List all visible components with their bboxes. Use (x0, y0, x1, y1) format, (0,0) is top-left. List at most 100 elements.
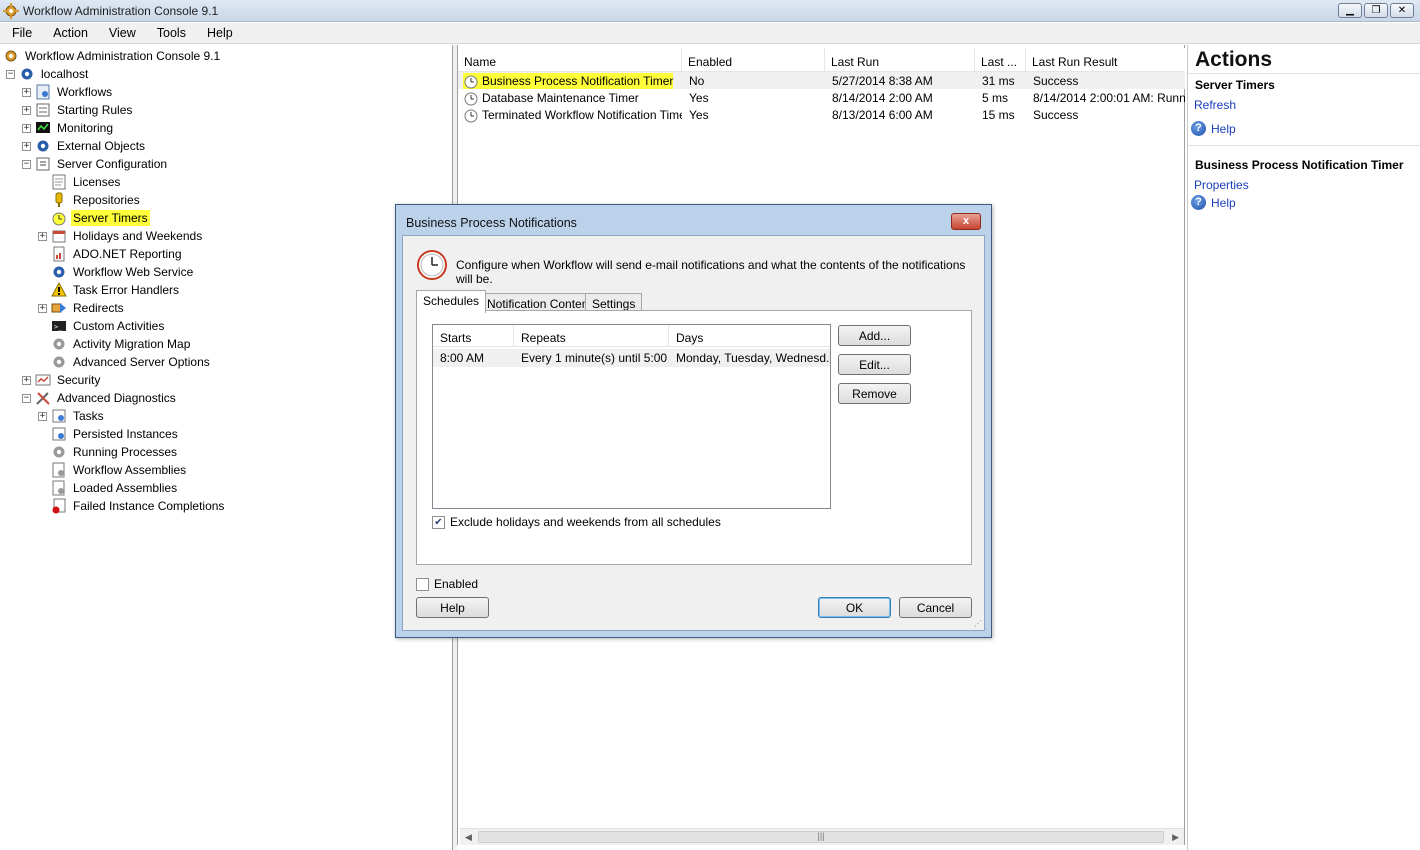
clock-icon (417, 250, 447, 280)
menu-help[interactable]: Help (195, 26, 242, 40)
expand-icon[interactable]: + (38, 231, 47, 241)
schedule-row[interactable]: 8:00 AM Every 1 minute(s) until 5:00 ...… (433, 349, 830, 367)
tree-host[interactable]: − localhost (6, 65, 90, 83)
column-days[interactable]: Days (669, 325, 830, 346)
tree-item-label: Loaded Assemblies (73, 481, 178, 495)
collapse-icon[interactable]: − (22, 393, 31, 403)
resize-grip-icon[interactable]: ⋰ (974, 619, 982, 628)
tree-item-custom-activities[interactable]: >_ Custom Activities (38, 317, 166, 335)
tree-item-server-timers[interactable]: Server Timers (38, 209, 150, 227)
properties-link[interactable]: Properties (1194, 178, 1249, 192)
expand-icon[interactable]: + (22, 141, 31, 151)
schedule-starts: 8:00 AM (440, 351, 485, 365)
horizontal-scrollbar[interactable]: ◀ ||| ▶ (460, 828, 1184, 845)
row-result: Success (1033, 73, 1079, 88)
tree-item-tasks[interactable]: + Tasks (38, 407, 106, 425)
column-last-duration[interactable]: Last ... (975, 48, 1026, 72)
column-name[interactable]: Name (458, 48, 682, 72)
tree-item-advanced-diagnostics[interactable]: − Advanced Diagnostics (22, 389, 178, 407)
column-enabled[interactable]: Enabled (682, 48, 825, 72)
expand-icon[interactable]: + (38, 303, 47, 313)
tree-item-running-processes[interactable]: Running Processes (38, 443, 179, 461)
tree-root[interactable]: Workflow Administration Console 9.1 (3, 47, 222, 65)
menu-tools[interactable]: Tools (145, 26, 195, 40)
tree-item-task-error-handlers[interactable]: Task Error Handlers (38, 281, 181, 299)
restore-icon: ❐ (1371, 4, 1381, 16)
list-header: Name Enabled Last Run Last ... Last Run … (458, 48, 1185, 72)
remove-schedule-button[interactable]: Remove (838, 383, 911, 404)
tree-item-activity-migration-map[interactable]: Activity Migration Map (38, 335, 192, 353)
tree-item-starting-rules[interactable]: + Starting Rules (22, 101, 134, 119)
column-repeats[interactable]: Repeats (514, 325, 669, 346)
dialog-close-button[interactable]: x (951, 213, 981, 230)
tree-item-ado-reporting[interactable]: ADO.NET Reporting (38, 245, 184, 263)
scroll-left-icon[interactable]: ◀ (465, 832, 472, 843)
expand-icon[interactable]: + (22, 87, 31, 97)
cancel-button[interactable]: Cancel (899, 597, 972, 618)
column-last-run[interactable]: Last Run (825, 48, 975, 72)
close-window-button[interactable]: ✕ (1390, 3, 1414, 18)
tree-item-repositories[interactable]: Repositories (38, 191, 142, 209)
tree-item-label: Server Timers (71, 210, 150, 226)
scroll-thumb[interactable]: ||| (478, 831, 1164, 843)
help-link-label: Help (1211, 121, 1236, 136)
list-row[interactable]: Database Maintenance Timer Yes 8/14/2014… (458, 89, 1185, 106)
expand-icon[interactable]: + (38, 411, 47, 421)
tree-item-label: Workflows (57, 85, 113, 99)
help-link-2[interactable]: ? Help (1191, 195, 1236, 210)
row-name: Terminated Workflow Notification Timer (482, 107, 682, 122)
scroll-right-icon[interactable]: ▶ (1172, 832, 1179, 843)
tree-item-licenses[interactable]: Licenses (38, 173, 122, 191)
tree-item-loaded-assemblies[interactable]: Loaded Assemblies (38, 479, 179, 497)
menu-file[interactable]: File (0, 26, 41, 40)
edit-schedule-button[interactable]: Edit... (838, 354, 911, 375)
dialog-help-button[interactable]: Help (416, 597, 489, 618)
tree-item-advanced-server-options[interactable]: Advanced Server Options (38, 353, 212, 371)
help-link-1[interactable]: ? Help (1191, 121, 1236, 136)
tree-item-label: Workflow Web Service (73, 265, 194, 279)
collapse-icon[interactable]: − (22, 159, 31, 169)
tree-item-label: External Objects (57, 139, 146, 153)
server-timers-icon (52, 212, 66, 226)
tree-item-redirects[interactable]: + Redirects (38, 299, 126, 317)
restore-button[interactable]: ❐ (1364, 3, 1388, 18)
tree-item-web-service[interactable]: Workflow Web Service (38, 263, 195, 281)
security-icon (35, 374, 51, 386)
list-row[interactable]: Business Process Notification Timer No 5… (458, 72, 1185, 89)
expand-icon[interactable]: + (22, 105, 31, 115)
tab-schedules[interactable]: Schedules (416, 290, 487, 313)
tree-item-persisted-instances[interactable]: Persisted Instances (38, 425, 180, 443)
tree-item-monitoring[interactable]: + Monitoring (22, 119, 115, 137)
enabled-row: Enabled (416, 577, 478, 591)
row-result: Success (1033, 107, 1079, 122)
tree-item-server-configuration[interactable]: − Server Configuration (22, 155, 169, 173)
tree-item-workflows[interactable]: + Workflows (22, 83, 114, 101)
collapse-icon[interactable]: − (6, 69, 15, 79)
column-last-run-result[interactable]: Last Run Result (1026, 48, 1185, 72)
expand-icon[interactable]: + (22, 375, 31, 385)
workflows-icon (36, 84, 50, 100)
list-row[interactable]: Terminated Workflow Notification Timer Y… (458, 106, 1185, 123)
column-starts[interactable]: Starts (433, 325, 514, 346)
expand-icon[interactable]: + (22, 123, 31, 133)
tree-item-holidays[interactable]: + Holidays and Weekends (38, 227, 204, 245)
ok-button[interactable]: OK (818, 597, 891, 618)
tree-item-external-objects[interactable]: + External Objects (22, 137, 147, 155)
tree-item-failed-instance-completions[interactable]: Failed Instance Completions (38, 497, 226, 515)
actions-section-selected-timer: Business Process Notification Timer (1195, 158, 1404, 172)
tree-item-label: Advanced Server Options (73, 355, 210, 369)
tree-item-workflow-assemblies[interactable]: Workflow Assemblies (38, 461, 188, 479)
tree-item-security[interactable]: + Security (22, 371, 102, 389)
exclude-holidays-checkbox[interactable]: ✔ (432, 515, 445, 529)
row-enabled: Yes (689, 90, 709, 105)
menu-view[interactable]: View (97, 26, 145, 40)
refresh-link[interactable]: Refresh (1194, 98, 1236, 112)
minimize-button[interactable]: ▁ (1338, 3, 1362, 18)
row-name: Business Process Notification Timer (482, 73, 674, 88)
menu-action[interactable]: Action (41, 26, 97, 40)
enabled-checkbox[interactable] (416, 577, 429, 591)
add-schedule-button[interactable]: Add... (838, 325, 911, 346)
schedules-list[interactable]: Starts Repeats Days 8:00 AM Every 1 minu… (432, 324, 831, 509)
